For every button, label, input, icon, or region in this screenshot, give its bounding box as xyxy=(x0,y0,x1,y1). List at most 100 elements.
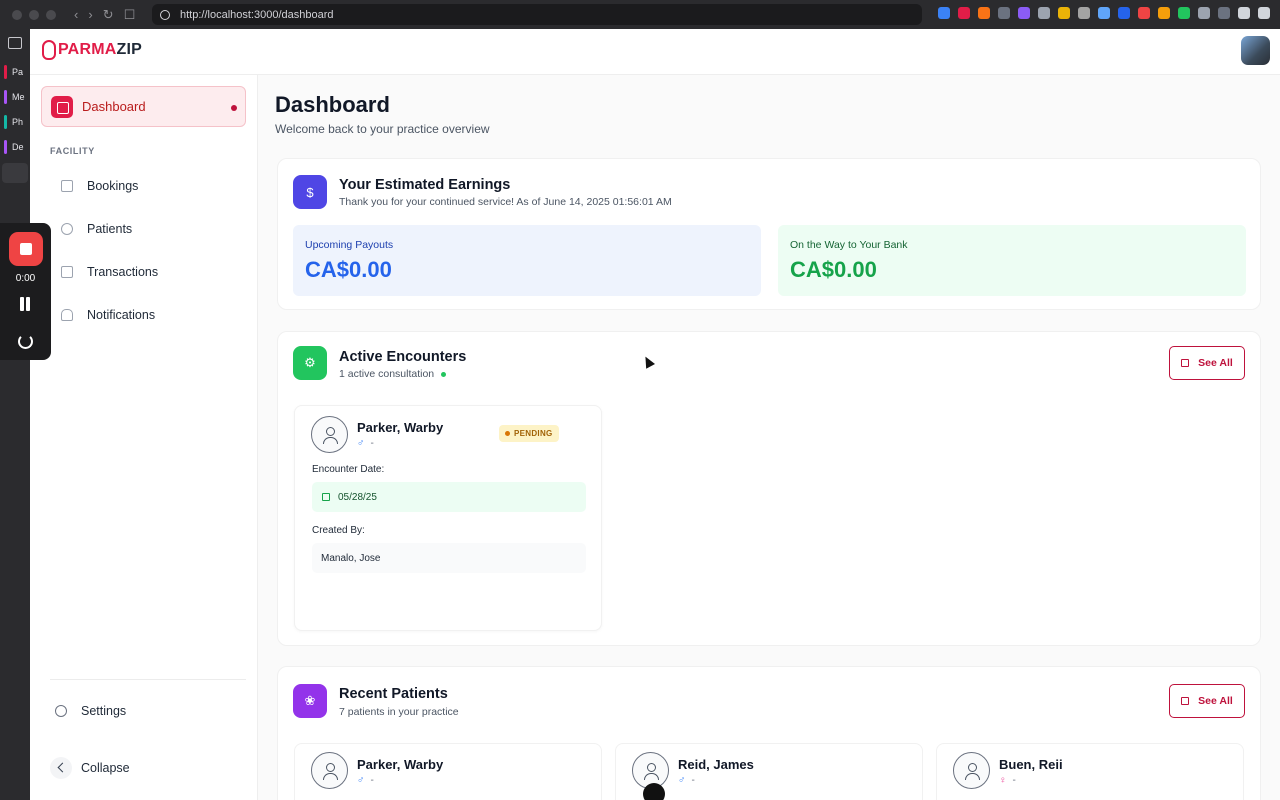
recent-patients-title: Recent Patients xyxy=(339,686,448,702)
gender-age: ♂ - xyxy=(357,775,374,786)
restart-icon[interactable] xyxy=(18,334,33,349)
extension-icon[interactable] xyxy=(1138,7,1150,19)
logo-text: PARMAZIP xyxy=(58,41,142,58)
recent-patients-card: ❀ Recent Patients 7 patients in your pra… xyxy=(277,666,1261,800)
extensions-bar xyxy=(938,7,1270,19)
app-topbar: PARMAZIP xyxy=(30,29,1280,75)
patient-card[interactable]: Parker, Warby ♂ - xyxy=(294,743,602,800)
user-avatar[interactable] xyxy=(1241,36,1270,65)
sidebar-item-label: Transactions xyxy=(87,265,159,279)
pause-icon[interactable] xyxy=(19,297,31,311)
sidebar-item-dashboard[interactable]: Dashboard xyxy=(41,86,246,127)
stop-recording-button[interactable] xyxy=(9,232,43,266)
external-link-icon xyxy=(1181,697,1190,705)
sidebar-item-label: Collapse xyxy=(81,761,130,775)
chevron-left-icon xyxy=(50,757,72,779)
parmazip-logo[interactable]: PARMAZIP xyxy=(42,40,142,60)
upcoming-payouts-label: Upcoming Payouts xyxy=(305,239,394,251)
document-icon xyxy=(61,266,73,278)
page-title: Dashboard xyxy=(275,92,390,117)
extension-icon[interactable] xyxy=(958,7,970,19)
extension-icon[interactable] xyxy=(1078,7,1090,19)
encounters-icon: ⚙ xyxy=(293,346,327,380)
extension-icon[interactable] xyxy=(1018,7,1030,19)
sidebar-item-notifications[interactable]: Notifications xyxy=(50,300,246,330)
patient-name: Reid, James xyxy=(678,757,754,772)
earnings-title: Your Estimated Earnings xyxy=(339,177,511,193)
browser-tab[interactable]: De xyxy=(2,137,28,157)
dev-tools-badge-icon[interactable] xyxy=(643,783,665,800)
reload-icon[interactable]: ↻ xyxy=(103,7,114,23)
recent-patients-subtitle: 7 patients in your practice xyxy=(339,706,459,718)
browser-tab[interactable]: Pa xyxy=(2,62,28,82)
logo-mark-icon xyxy=(42,40,56,60)
browser-tab[interactable]: Me xyxy=(2,87,28,107)
calendar-icon xyxy=(322,493,330,501)
browser-toolbar: ‹ › ↻ ☐ http://localhost:3000/dashboard xyxy=(0,0,1280,29)
encounters-title: Active Encounters xyxy=(339,349,467,365)
status-badge: PENDING xyxy=(499,425,559,442)
extension-icon[interactable] xyxy=(938,7,950,19)
patient-avatar-icon xyxy=(953,752,990,789)
sidebar-item-label: Dashboard xyxy=(82,99,146,114)
sidebar-item-label: Notifications xyxy=(87,308,156,322)
page-subtitle: Welcome back to your practice overview xyxy=(275,122,490,136)
encounter-date-label: Encounter Date: xyxy=(312,464,385,475)
upcoming-payouts-panel: Upcoming Payouts CA$0.00 xyxy=(293,225,761,296)
created-by-label: Created By: xyxy=(312,525,365,536)
site-info-icon[interactable] xyxy=(160,9,170,20)
extension-icon[interactable] xyxy=(1038,7,1050,19)
browser-tab-active[interactable] xyxy=(2,163,28,183)
bank-transfer-panel: On the Way to Your Bank CA$0.00 xyxy=(778,225,1246,296)
gender-age: ♂ - xyxy=(678,775,695,786)
extension-icon[interactable] xyxy=(1058,7,1070,19)
extension-icon[interactable] xyxy=(1198,7,1210,19)
patient-name: Parker, Warby xyxy=(357,757,444,772)
encounter-date: 05/28/25 xyxy=(312,482,586,512)
encounter-card[interactable]: Parker, Warby ♂ - PENDING Encounter Date:… xyxy=(294,405,602,631)
extension-icon[interactable] xyxy=(998,7,1010,19)
dollar-icon: $ xyxy=(293,175,327,209)
screen-recorder-widget: 0:00 xyxy=(0,223,51,360)
patient-name: Parker, Warby xyxy=(357,420,444,435)
patients-see-all-button[interactable]: See All xyxy=(1169,684,1245,718)
window-controls[interactable] xyxy=(12,9,56,20)
earnings-subtitle: Thank you for your continued service! As… xyxy=(339,196,672,208)
shield-icon[interactable] xyxy=(1238,7,1250,19)
patient-card[interactable]: Buen, Reii ♀ - xyxy=(936,743,1244,800)
forward-icon[interactable]: › xyxy=(88,7,92,23)
sidebar-item-bookings[interactable]: Bookings xyxy=(50,171,246,201)
extension-icon[interactable] xyxy=(1098,7,1110,19)
gear-icon xyxy=(55,705,67,717)
encounters-subtitle: 1 active consultation xyxy=(339,368,447,380)
bookmark-icon[interactable]: ☐ xyxy=(124,7,136,23)
menu-icon[interactable] xyxy=(1258,7,1270,19)
browser-tab[interactable]: Ph xyxy=(2,112,28,132)
extension-icon[interactable] xyxy=(1158,7,1170,19)
encounters-see-all-button[interactable]: See All xyxy=(1169,346,1245,380)
collapse-sidebar-button[interactable]: Collapse xyxy=(50,753,246,783)
extension-icon[interactable] xyxy=(1218,7,1230,19)
app-sidebar: Dashboard FACILITY Bookings Patients Tra… xyxy=(30,75,997,800)
gender-age: ♂ - xyxy=(357,438,374,449)
sidebar-toggle-icon[interactable] xyxy=(8,37,22,49)
main-content: Dashboard Welcome back to your practice … xyxy=(258,75,1280,800)
extension-icon[interactable] xyxy=(1178,7,1190,19)
sidebar-item-label: Patients xyxy=(87,222,133,236)
sidebar-item-settings[interactable]: Settings xyxy=(50,696,246,726)
patient-avatar-icon xyxy=(311,752,348,789)
extension-icon[interactable] xyxy=(978,7,990,19)
sidebar-item-transactions[interactable]: Transactions xyxy=(50,257,997,287)
back-icon[interactable]: ‹ xyxy=(74,7,78,23)
external-link-icon xyxy=(1181,359,1190,367)
created-by-value: Manalo, Jose xyxy=(312,543,586,573)
extension-icon[interactable] xyxy=(1118,7,1130,19)
browser-tab-strip: Pa Me Ph De xyxy=(0,29,30,800)
bell-icon xyxy=(61,309,73,321)
sidebar-item-patients[interactable]: Patients xyxy=(50,214,246,244)
address-bar[interactable]: http://localhost:3000/dashboard xyxy=(152,4,922,25)
upcoming-payouts-value: CA$0.00 xyxy=(305,257,392,282)
user-icon xyxy=(61,223,73,235)
sidebar-item-label: Bookings xyxy=(87,179,139,193)
sidebar-divider xyxy=(50,679,246,680)
